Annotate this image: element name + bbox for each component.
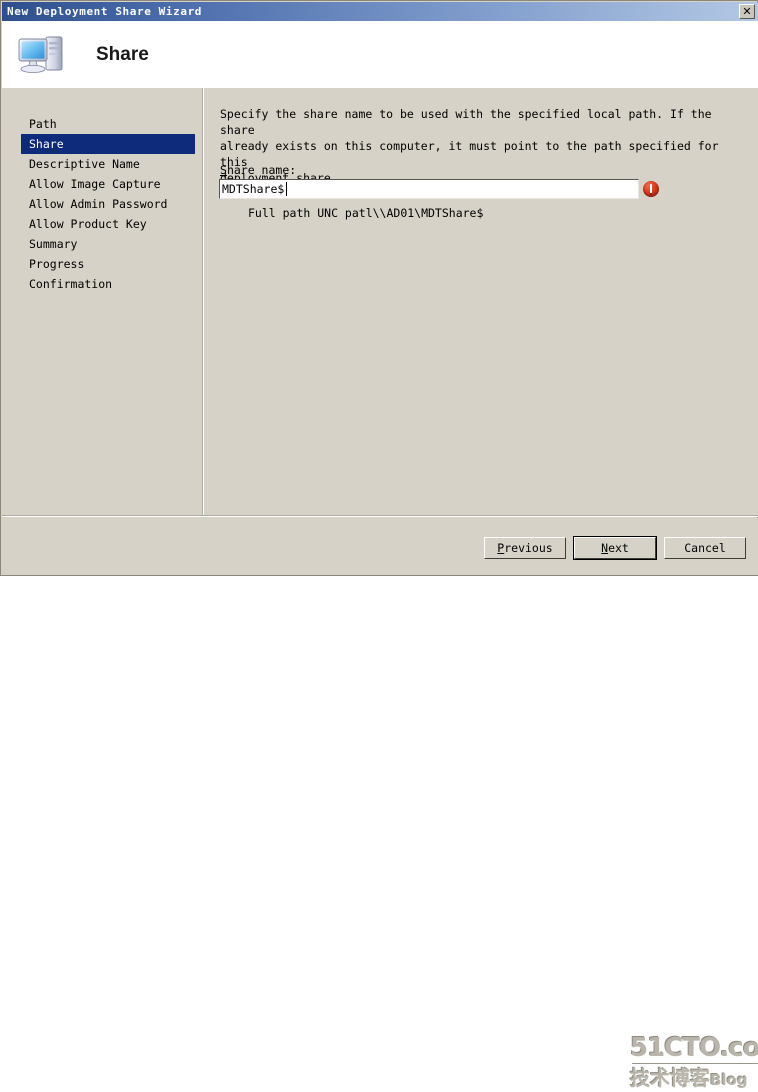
share-name-input[interactable] — [219, 179, 639, 199]
close-icon: ✕ — [742, 5, 752, 18]
share-name-label-rest: hare name: — [226, 163, 297, 177]
wizard-body: Path Share Descriptive Name Allow Image … — [2, 88, 758, 515]
cancel-button[interactable]: Cancel — [664, 537, 746, 559]
page-title: Share — [96, 43, 149, 65]
previous-button-label: Previous — [497, 541, 553, 555]
previous-button[interactable]: Previous — [484, 537, 566, 559]
sidebar-item-allow-product-key[interactable]: Allow Product Key — [2, 214, 198, 234]
wizard-footer: Previous Next Cancel 51CTO.com 技术博客Blog — [2, 518, 758, 1090]
wizard-header: Share — [2, 21, 758, 88]
watermark-blog-label: Blog — [710, 1071, 748, 1089]
full-path-text: Full path UNC patl\\AD01\MDTShare$ — [248, 206, 484, 220]
content-pane: Specify the share name to be used with t… — [206, 88, 758, 515]
next-button-label: Next — [601, 541, 629, 555]
instructions-text: Specify the share name to be used with t… — [220, 107, 719, 185]
watermark-site-name: 51CTO.com — [630, 1033, 758, 1063]
share-name-field-wrap — [219, 179, 639, 199]
wizard-window: New Deployment Share Wizard ✕ Share Path… — [0, 0, 758, 1090]
sidebar-item-progress[interactable]: Progress — [2, 254, 198, 274]
wizard-step-sidebar: Path Share Descriptive Name Allow Image … — [2, 88, 198, 515]
sidebar-item-share[interactable]: Share — [21, 134, 195, 154]
error-exclamation-icon[interactable] — [643, 181, 659, 197]
close-button[interactable]: ✕ — [739, 4, 755, 19]
watermark-subtitle-cn: 技术博客 — [630, 1066, 710, 1090]
watermark-rule — [632, 1063, 758, 1066]
sidebar-item-descriptive-name[interactable]: Descriptive Name — [2, 154, 198, 174]
next-button[interactable]: Next — [574, 537, 656, 559]
sidebar-divider — [202, 88, 204, 515]
sidebar-item-confirmation[interactable]: Confirmation — [2, 274, 198, 294]
window-title: New Deployment Share Wizard — [7, 5, 203, 18]
text-caret — [286, 182, 287, 196]
cancel-button-label: Cancel — [684, 541, 726, 555]
sidebar-item-path[interactable]: Path — [2, 114, 198, 134]
sidebar-item-summary[interactable]: Summary — [2, 234, 198, 254]
sidebar-item-allow-image-capture[interactable]: Allow Image Capture — [2, 174, 198, 194]
share-name-label: Share name: — [220, 163, 297, 177]
watermark-subtitle: 技术博客Blog — [630, 1066, 748, 1092]
title-bar: New Deployment Share Wizard ✕ — [2, 2, 758, 21]
site-watermark: 51CTO.com 技术博客Blog — [630, 1034, 758, 1092]
sidebar-item-allow-admin-password[interactable]: Allow Admin Password — [2, 194, 198, 214]
footer-divider — [2, 515, 758, 517]
computer-monitor-icon — [15, 31, 71, 79]
step-list: Path Share Descriptive Name Allow Image … — [2, 114, 198, 294]
